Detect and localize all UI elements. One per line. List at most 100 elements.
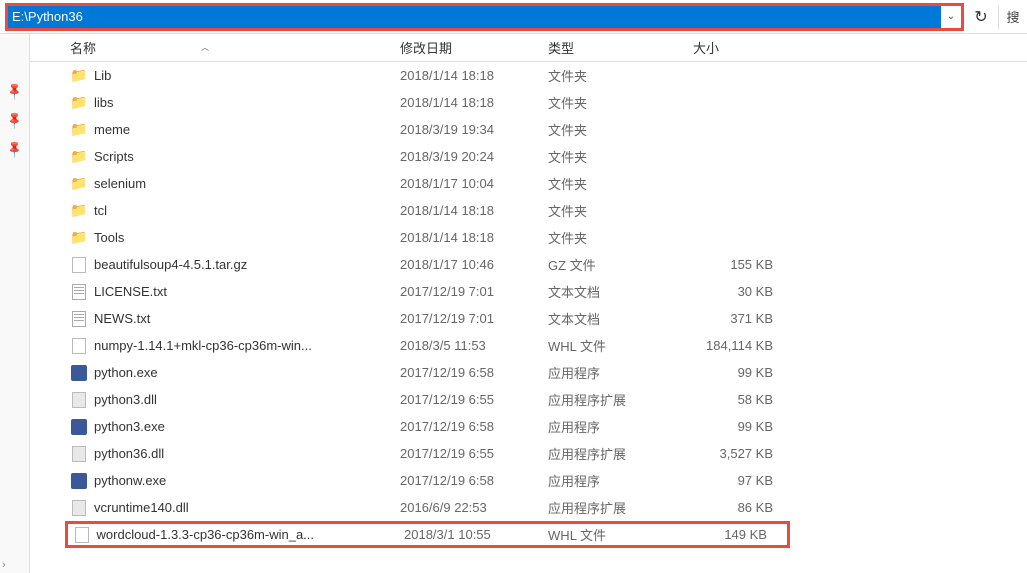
file-content-area: 名称 ︿ 修改日期 类型 大小 📁Lib2018/1/14 18:18文件夹📁l… [30,34,1027,573]
file-row[interactable]: LICENSE.txt2017/12/19 7:01文本文档30 KB [30,278,1027,305]
file-name: meme [94,122,400,137]
pin-icon[interactable]: 📌 [4,81,24,101]
file-row[interactable]: python3.dll2017/12/19 6:55应用程序扩展58 KB [30,386,1027,413]
file-row[interactable]: 📁 Lib2018/1/14 18:18文件夹 [30,62,1027,89]
folder-icon: 📁 [70,94,88,112]
file-name: python3.exe [94,419,400,434]
file-date: 2018/3/19 19:34 [400,122,548,137]
file-date: 2017/12/19 6:58 [400,419,548,434]
file-row[interactable]: 📁 Tools2018/1/14 18:18文件夹 [30,224,1027,251]
refresh-button[interactable]: ↻ [969,5,993,29]
file-size: 86 KB [693,500,793,515]
file-row[interactable]: 📁Scripts2018/3/19 20:24文件夹 [30,143,1027,170]
file-row[interactable]: wordcloud-1.3.3-cp36-cp36m-win_a...2018/… [65,521,790,548]
file-date: 2018/1/17 10:04 [400,176,548,191]
quick-access-sidebar: 📌 📌 📌 › [0,34,30,573]
generic-file-icon [73,526,91,544]
file-type: 文件夹 [548,147,693,166]
file-type: 应用程序扩展 [548,390,693,409]
file-name: wordcloud-1.3.3-cp36-cp36m-win_a... [97,527,405,542]
file-name: vcruntime140.dll [94,500,400,515]
file-name: Scripts [94,149,400,164]
file-date: 2018/1/14 18:18 [400,68,548,83]
dll-icon [70,445,88,463]
text-file-icon [70,310,88,328]
generic-file-icon [70,337,88,355]
address-bar[interactable]: E:\Python36 ⌄ [5,3,964,31]
file-name: Lib [94,68,400,83]
column-header-date[interactable]: 修改日期 [400,38,548,57]
file-name: numpy-1.14.1+mkl-cp36-cp36m-win... [94,338,400,353]
sort-indicator-icon: ︿ [201,42,209,53]
file-name: selenium [94,176,400,191]
file-date: 2017/12/19 6:58 [400,473,548,488]
file-type: WHL 文件 [548,336,693,355]
file-row[interactable]: 📁meme2018/3/19 19:34文件夹 [30,116,1027,143]
folder-icon: 📁 [70,202,88,220]
file-date: 2017/12/19 6:58 [400,365,548,380]
search-button[interactable]: 搜 [998,5,1022,29]
file-list: 📁Lib2018/1/14 18:18文件夹📁libs2018/1/14 18:… [30,62,1027,573]
file-size: 371 KB [693,311,793,326]
folder-icon: 📁 [70,148,88,166]
file-row[interactable]: 📁tcl2018/1/14 18:18文件夹 [30,197,1027,224]
file-name: python36.dll [94,446,400,461]
main-area: 📌 📌 📌 › 名称 ︿ 修改日期 类型 大小 📁Lib2018/1/14 18… [0,34,1027,573]
file-size: 97 KB [693,473,793,488]
file-type: 文件夹 [548,66,693,85]
column-header-name[interactable]: 名称 ︿ [70,38,400,57]
file-row[interactable]: 📁libs2018/1/14 18:18文件夹 [30,89,1027,116]
folder-icon: 📁 [70,67,88,85]
file-date: 2016/6/9 22:53 [400,500,548,515]
file-row[interactable]: NEWS.txt2017/12/19 7:01文本文档371 KB [30,305,1027,332]
file-row[interactable]: python3.exe2017/12/19 6:58应用程序99 KB [30,413,1027,440]
file-size: 184,114 KB [693,338,793,353]
file-size: 99 KB [693,365,793,380]
column-name-label: 名称 [70,38,96,57]
file-date: 2018/1/17 10:46 [400,257,548,272]
file-type: 文本文档 [548,309,693,328]
file-name: python3.dll [94,392,400,407]
file-size: 58 KB [693,392,793,407]
file-date: 2017/12/19 6:55 [400,446,548,461]
folder-icon: 📁 [70,229,88,247]
file-type: 应用程序 [548,471,693,490]
file-name: LICENSE.txt [94,284,400,299]
dll-icon [70,499,88,517]
exe-icon [70,472,88,490]
folder-icon: 📁 [70,175,88,193]
address-path[interactable]: E:\Python36 [8,6,941,28]
file-date: 2018/1/14 18:18 [400,230,548,245]
file-date: 2017/12/19 7:01 [400,284,548,299]
file-date: 2017/12/19 6:55 [400,392,548,407]
file-type: 文件夹 [548,120,693,139]
address-bar-container: E:\Python36 ⌄ ↻ 搜 [0,0,1027,34]
generic-file-icon [70,256,88,274]
file-size: 99 KB [693,419,793,434]
column-headers: 名称 ︿ 修改日期 类型 大小 [30,34,1027,62]
file-type: 文件夹 [548,174,693,193]
exe-icon [70,418,88,436]
text-file-icon [70,283,88,301]
file-size: 30 KB [693,284,793,299]
file-name: Tools [94,230,400,245]
file-type: 文本文档 [548,282,693,301]
expand-chevron-icon[interactable]: › [2,559,6,571]
file-row[interactable]: beautifulsoup4-4.5.1.tar.gz2018/1/17 10:… [30,251,1027,278]
file-row[interactable]: python.exe2017/12/19 6:58应用程序99 KB [30,359,1027,386]
address-dropdown-icon[interactable]: ⌄ [941,6,961,28]
file-type: WHL 文件 [548,525,689,544]
pin-icon[interactable]: 📌 [4,139,24,159]
column-header-size[interactable]: 大小 [693,38,793,57]
file-row[interactable]: python36.dll2017/12/19 6:55应用程序扩展3,527 K… [30,440,1027,467]
file-name: beautifulsoup4-4.5.1.tar.gz [94,257,400,272]
file-row[interactable]: vcruntime140.dll2016/6/9 22:53应用程序扩展86 K… [30,494,1027,521]
column-header-type[interactable]: 类型 [548,38,693,57]
file-row[interactable]: pythonw.exe2017/12/19 6:58应用程序97 KB [30,467,1027,494]
file-row[interactable]: 📁 selenium2018/1/17 10:04文件夹 [30,170,1027,197]
file-type: 文件夹 [548,228,693,247]
file-row[interactable]: numpy-1.14.1+mkl-cp36-cp36m-win...2018/3… [30,332,1027,359]
pin-icon[interactable]: 📌 [4,110,24,130]
file-date: 2017/12/19 7:01 [400,311,548,326]
file-size: 3,527 KB [693,446,793,461]
